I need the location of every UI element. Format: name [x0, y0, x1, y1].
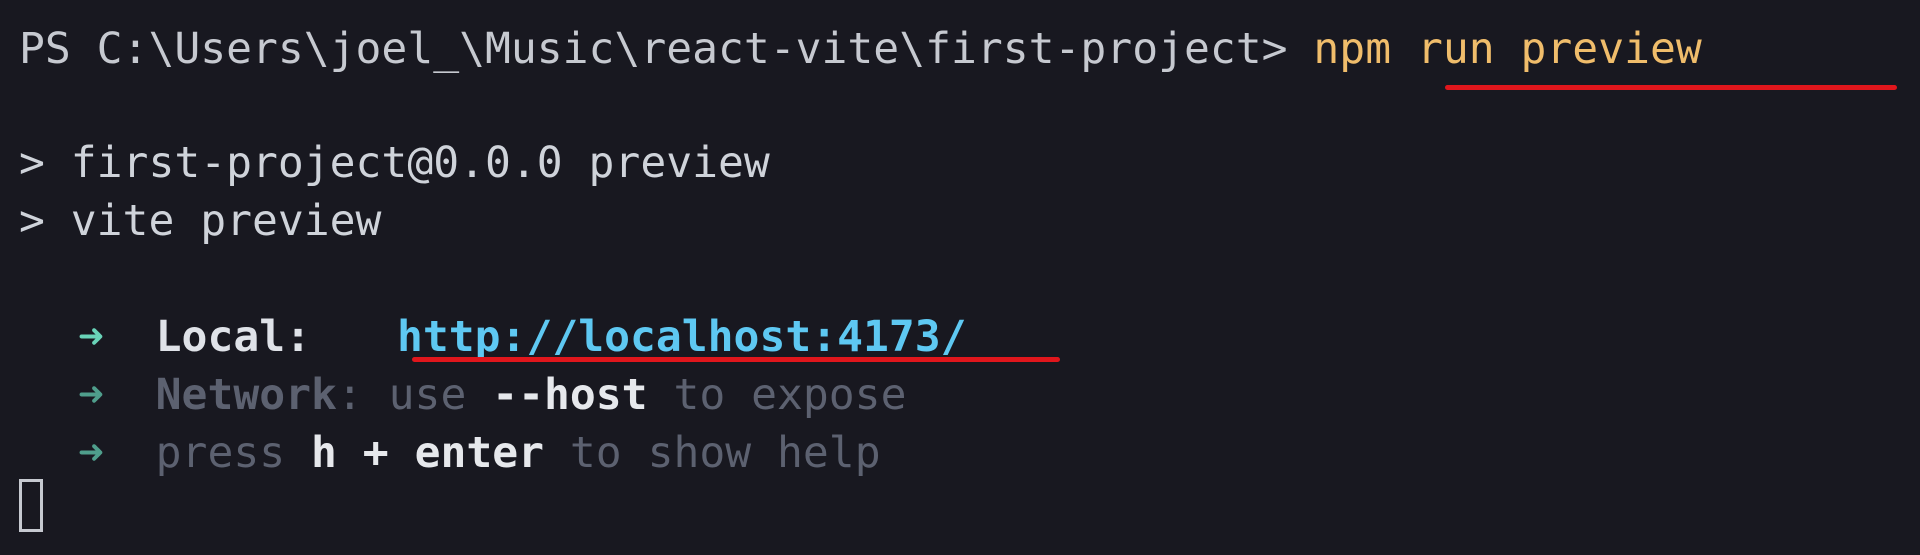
key-h: h: [311, 428, 337, 478]
arrow-icon: ➜: [78, 370, 104, 420]
network-line: ➜ Network: use --host to expose: [78, 366, 906, 424]
shell-prompt: PS C:\Users\joel_\Music\react-vite\first…: [19, 24, 1314, 74]
network-text-1: : use: [336, 370, 493, 420]
network-label: Network: [155, 370, 337, 420]
help-text-1: press: [155, 428, 312, 478]
command-underline-annotation: [1445, 85, 1897, 90]
terminal-cursor[interactable]: [19, 479, 43, 532]
local-label: Local:: [155, 312, 312, 362]
key-enter: enter: [414, 428, 545, 478]
network-text-2: to expose: [647, 370, 907, 420]
host-flag: --host: [492, 370, 648, 420]
url-underline-annotation: [412, 357, 1060, 362]
plus-sign: +: [336, 428, 415, 478]
script-output-line-2: > vite preview: [19, 196, 382, 246]
arrow-icon: ➜: [78, 428, 104, 478]
help-line: ➜ press h + enter to show help: [78, 424, 881, 482]
arrow-icon: ➜: [78, 312, 104, 362]
local-url-link[interactable]: http://localhost:4173/: [397, 312, 967, 362]
script-output-line-1: > first-project@0.0.0 preview: [19, 138, 770, 188]
prompt-line: PS C:\Users\joel_\Music\react-vite\first…: [19, 20, 1702, 78]
terminal-window[interactable]: PS C:\Users\joel_\Music\react-vite\first…: [0, 0, 1920, 555]
command-text: npm run preview: [1313, 24, 1702, 74]
help-text-2: to show help: [544, 428, 881, 478]
